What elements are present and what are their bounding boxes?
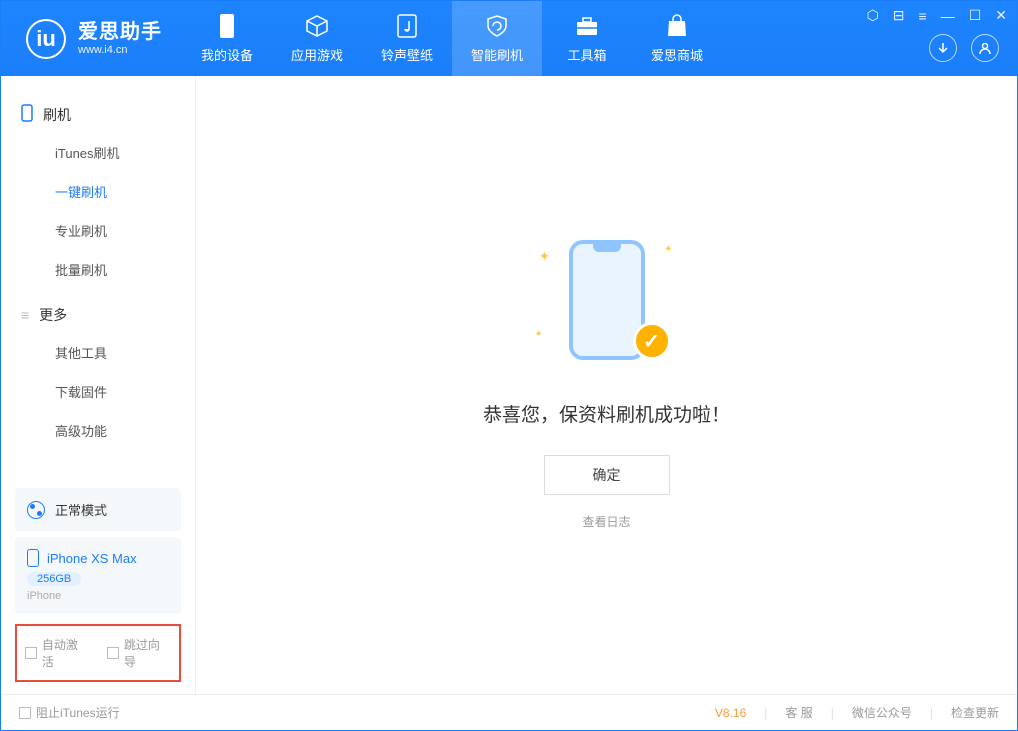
success-illustration: ✦ ✦ ✦ ✓ xyxy=(537,240,677,370)
tab-label: 智能刷机 xyxy=(471,45,523,64)
app-title: 爱思助手 xyxy=(78,20,162,44)
sidebar-item-advanced[interactable]: 高级功能 xyxy=(1,411,195,450)
sidebar-header-label: 刷机 xyxy=(43,105,71,125)
minimize-button[interactable]: — xyxy=(941,8,955,24)
refresh-shield-icon xyxy=(484,13,510,39)
music-doc-icon xyxy=(394,13,420,39)
checkbox-label: 阻止iTunes运行 xyxy=(36,704,120,721)
tab-smart-flash[interactable]: 智能刷机 xyxy=(452,1,542,76)
checkbox-label: 跳过向导 xyxy=(124,636,171,670)
shirt-icon[interactable]: ⬡ xyxy=(867,7,879,24)
tab-my-device[interactable]: 我的设备 xyxy=(182,1,272,76)
sparkle-icon: ✦ xyxy=(664,244,672,255)
phone-outline-icon xyxy=(21,104,33,125)
checkbox-box xyxy=(25,647,37,659)
checkbox-auto-activate[interactable]: 自动激活 xyxy=(25,636,89,670)
sidebar-item-itunes-flash[interactable]: iTunes刷机 xyxy=(1,133,195,172)
version-label: V8.16 xyxy=(715,706,746,720)
normal-mode-icon xyxy=(27,501,45,519)
checkmark-badge-icon: ✓ xyxy=(633,322,671,360)
tab-label: 应用游戏 xyxy=(291,45,343,64)
notch xyxy=(593,244,621,252)
statusbar: 阻止iTunes运行 V8.16 | 客 服 | 微信公众号 | 检查更新 xyxy=(1,694,1017,730)
sidebar-item-batch-flash[interactable]: 批量刷机 xyxy=(1,250,195,289)
tab-label: 铃声壁纸 xyxy=(381,45,433,64)
sidebar-item-oneclick-flash[interactable]: 一键刷机 xyxy=(1,172,195,211)
titlebar: iu 爱思助手 www.i4.cn 我的设备 应用游戏 铃声壁纸 智能刷机 xyxy=(1,1,1017,76)
view-log-link[interactable]: 查看日志 xyxy=(582,513,630,530)
cube-icon xyxy=(304,13,330,39)
logo-area: iu 爱思助手 www.i4.cn xyxy=(1,19,182,59)
checkbox-block-itunes[interactable]: 阻止iTunes运行 xyxy=(19,704,120,721)
main-tabs: 我的设备 应用游戏 铃声壁纸 智能刷机 工具箱 爱思商城 xyxy=(182,1,722,76)
sidebar-header-more: ≡ 更多 xyxy=(1,297,195,333)
sidebar-header-flash: 刷机 xyxy=(1,96,195,133)
header-right-buttons xyxy=(929,34,999,62)
support-link[interactable]: 客 服 xyxy=(785,704,812,721)
wechat-link[interactable]: 微信公众号 xyxy=(852,704,912,721)
sparkle-icon: ✦ xyxy=(539,248,551,265)
sidebar-item-firmware[interactable]: 下载固件 xyxy=(1,372,195,411)
sidebar-header-label: 更多 xyxy=(39,305,67,325)
mode-card[interactable]: 正常模式 xyxy=(15,488,181,531)
check-update-link[interactable]: 检查更新 xyxy=(951,704,999,721)
separator: | xyxy=(930,706,933,720)
tab-label: 我的设备 xyxy=(201,45,253,64)
maximize-button[interactable]: ☐ xyxy=(969,7,982,24)
storage-badge: 256GB xyxy=(27,572,81,586)
device-icon xyxy=(214,13,240,39)
close-button[interactable]: ✕ xyxy=(995,7,1007,24)
success-message: 恭喜您，保资料刷机成功啦！ xyxy=(483,400,730,427)
tab-apps-games[interactable]: 应用游戏 xyxy=(272,1,362,76)
sparkle-icon: ✦ xyxy=(535,329,543,340)
checkbox-box xyxy=(107,647,119,659)
tab-ringtones[interactable]: 铃声壁纸 xyxy=(362,1,452,76)
device-card[interactable]: iPhone XS Max 256GB iPhone xyxy=(15,537,181,614)
app-window: iu 爱思助手 www.i4.cn 我的设备 应用游戏 铃声壁纸 智能刷机 xyxy=(0,0,1018,731)
tab-label: 工具箱 xyxy=(567,45,606,64)
phone-mini-icon xyxy=(27,549,39,567)
sidebar-item-other-tools[interactable]: 其他工具 xyxy=(1,333,195,372)
checkbox-box xyxy=(19,707,31,719)
body: 刷机 iTunes刷机 一键刷机 专业刷机 批量刷机 ≡ 更多 其他工具 下载固… xyxy=(1,76,1017,694)
device-type-label: iPhone xyxy=(27,590,169,602)
separator: | xyxy=(831,706,834,720)
window-controls: ⬡ ⊟ ≡ — ☐ ✕ xyxy=(867,7,1007,24)
sidebar: 刷机 iTunes刷机 一键刷机 专业刷机 批量刷机 ≡ 更多 其他工具 下载固… xyxy=(1,76,196,694)
lock-icon[interactable]: ⊟ xyxy=(893,7,905,24)
checkbox-skip-guide[interactable]: 跳过向导 xyxy=(107,636,171,670)
sidebar-item-pro-flash[interactable]: 专业刷机 xyxy=(1,211,195,250)
download-button[interactable] xyxy=(929,34,957,62)
app-subtitle: www.i4.cn xyxy=(78,44,162,57)
shopping-bag-icon xyxy=(664,13,690,39)
list-icon: ≡ xyxy=(21,307,29,323)
user-button[interactable] xyxy=(971,34,999,62)
tab-toolbox[interactable]: 工具箱 xyxy=(542,1,632,76)
device-name-label: iPhone XS Max xyxy=(47,551,137,566)
logo-icon: iu xyxy=(26,19,66,59)
separator: | xyxy=(764,706,767,720)
toolbox-icon xyxy=(574,13,600,39)
tab-label: 爱思商城 xyxy=(651,45,703,64)
checkbox-label: 自动激活 xyxy=(42,636,89,670)
main-content: ✦ ✦ ✦ ✓ 恭喜您，保资料刷机成功啦！ 确定 查看日志 xyxy=(196,76,1017,694)
tab-store[interactable]: 爱思商城 xyxy=(632,1,722,76)
menu-icon[interactable]: ≡ xyxy=(919,8,927,24)
ok-button[interactable]: 确定 xyxy=(544,455,670,495)
flash-options-row: 自动激活 跳过向导 xyxy=(15,624,181,682)
mode-label: 正常模式 xyxy=(55,500,107,519)
